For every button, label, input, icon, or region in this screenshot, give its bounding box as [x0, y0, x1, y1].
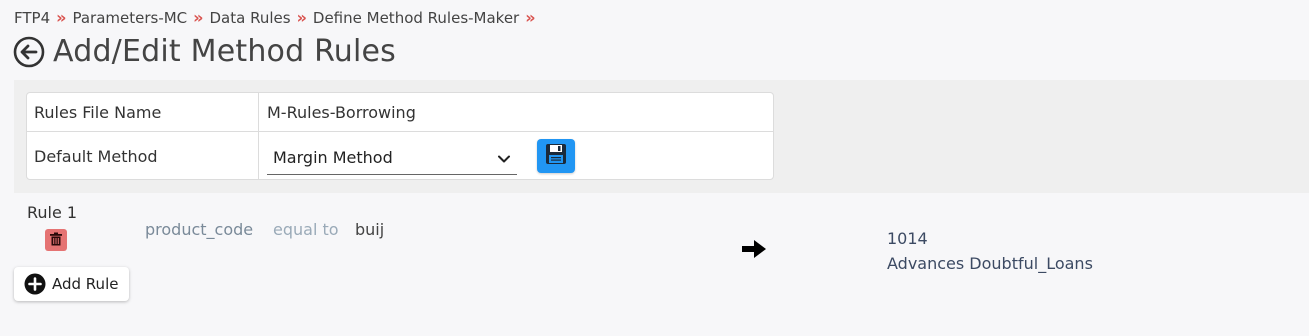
plus-circle-icon: [24, 273, 46, 295]
chevron-down-icon: [497, 151, 511, 165]
rule-result-name: Advances Doubtful_Loans: [887, 254, 1093, 273]
floppy-disk-icon: [544, 142, 568, 170]
breadcrumb-separator: »: [193, 8, 204, 27]
rule-condition-field[interactable]: product_code: [145, 220, 253, 239]
form-row-default-method: Default Method Margin Method: [27, 132, 773, 180]
form-row-rules-file: Rules File Name M-Rules-Borrowing: [27, 93, 773, 132]
save-button[interactable]: [537, 139, 575, 173]
back-arrow-circle-icon[interactable]: [13, 36, 45, 68]
rule-1: Rule 1 product_code equal to buij 1014 A…: [0, 193, 1309, 336]
arrow-right-icon: [740, 238, 768, 260]
rule-result-code: 1014: [887, 229, 928, 248]
delete-rule-button[interactable]: [45, 229, 67, 251]
default-method-label: Default Method: [27, 132, 259, 180]
breadcrumb-separator: »: [56, 8, 67, 27]
default-method-cell: Margin Method: [259, 132, 773, 180]
breadcrumb-item-ftp4[interactable]: FTP4: [14, 9, 50, 27]
rule-condition-value[interactable]: buij: [355, 220, 384, 239]
rules-file-value: M-Rules-Borrowing: [267, 102, 416, 122]
title-row: Add/Edit Method Rules: [13, 34, 396, 69]
rule-condition-operator[interactable]: equal to: [273, 220, 339, 239]
form-panel: Rules File Name M-Rules-Borrowing Defaul…: [14, 80, 1309, 193]
default-method-selected-value: Margin Method: [273, 148, 393, 167]
page-title: Add/Edit Method Rules: [53, 34, 397, 69]
trash-icon: [49, 231, 63, 250]
breadcrumb-item-data-rules[interactable]: Data Rules: [210, 9, 291, 27]
breadcrumb-separator: »: [525, 8, 536, 27]
breadcrumb: FTP4 » Parameters-MC » Data Rules » Defi…: [14, 8, 542, 27]
add-rule-button[interactable]: Add Rule: [14, 267, 129, 301]
breadcrumb-separator: »: [296, 8, 307, 27]
form-table: Rules File Name M-Rules-Borrowing Defaul…: [26, 92, 774, 180]
default-method-select[interactable]: Margin Method: [267, 141, 517, 175]
rule-label: Rule 1: [27, 203, 78, 222]
breadcrumb-item-define-method-rules-maker[interactable]: Define Method Rules-Maker: [313, 9, 519, 27]
add-rule-label: Add Rule: [52, 275, 119, 293]
breadcrumb-item-parameters-mc[interactable]: Parameters-MC: [72, 9, 187, 27]
rules-file-label: Rules File Name: [27, 93, 259, 131]
